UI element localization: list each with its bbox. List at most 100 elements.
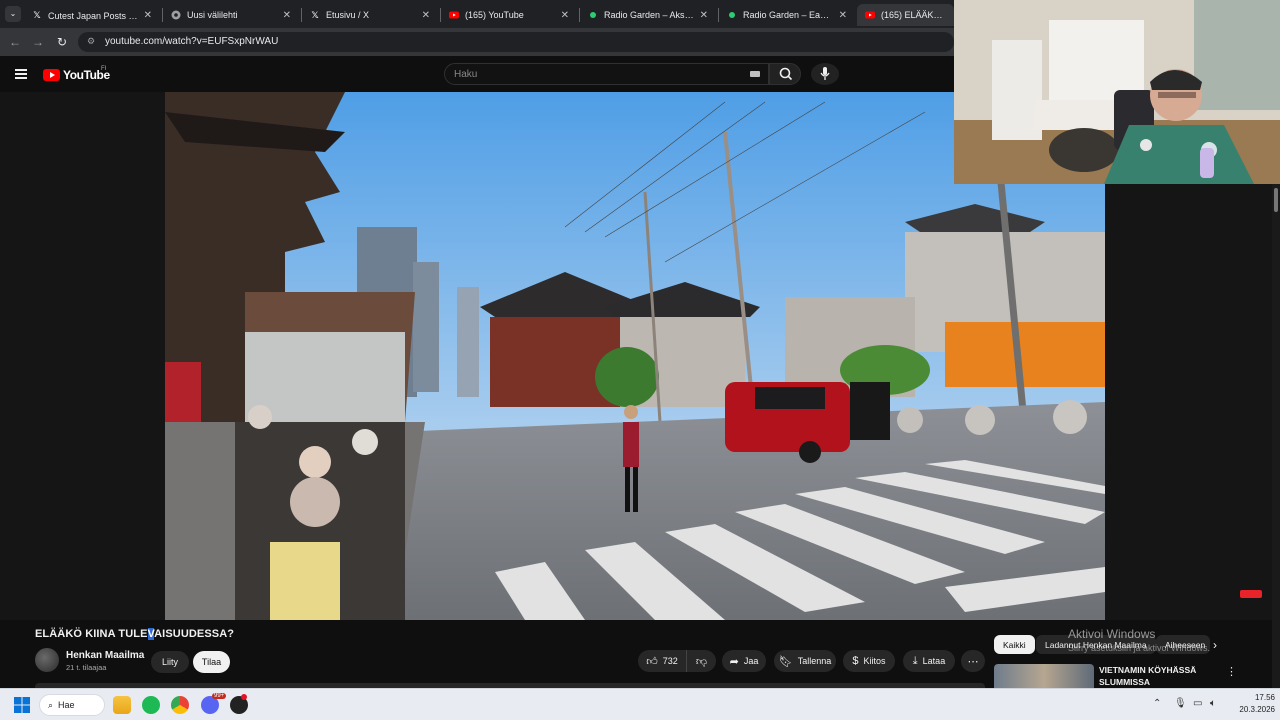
microphone-icon[interactable]: 🎙︎ [1174,698,1187,709]
youtube-logo[interactable]: YouTube [43,68,110,82]
thanks-button[interactable]: $ Kiitos [843,650,895,672]
display-icon[interactable]: ▭ [1193,698,1202,709]
windows-activation-title: Aktivoi Windows [1068,627,1156,641]
windows-activation-hint: Siirry asetuksiin ja aktivoi Windows. [1068,643,1211,653]
video-title: ELÄÄKÖ KIINA TULEVAISUUDESSA? [35,628,234,640]
taskbar-search-label: Hae [58,700,75,710]
chevron-right-icon[interactable]: › [1213,638,1217,652]
more-vertical-icon[interactable]: ⋮ [1226,665,1237,678]
download-label: Lataa [922,656,946,666]
forward-arrow-icon[interactable]: → [30,34,46,50]
address-bar[interactable]: ⚙ youtube.com/watch?v=EUFSxpNrWAU [78,32,954,52]
browser-tab[interactable]: (165) YouTube ✕ [441,4,577,26]
radio-garden-icon [727,10,737,20]
search-box[interactable] [444,63,769,85]
channel-name[interactable]: Henkan Maailma [66,650,144,661]
youtube-play-icon [43,69,60,81]
browser-tab[interactable]: Radio Garden – Aksaray ✕ [580,4,716,26]
notification-badge: 99+ [212,693,227,699]
browser-tab[interactable]: Radio Garden – Easter Isla ✕ [719,4,855,26]
tab-label: Cutest Japan Posts 🌸*。 [48,10,138,21]
close-tab-icon[interactable]: ✕ [700,10,708,21]
video-title-part: ELÄÄKÖ KIINA TULE [35,628,148,640]
search-button[interactable] [769,63,801,85]
recommended-video-thumbnail[interactable] [994,664,1094,688]
hamburger-menu-icon[interactable] [15,69,27,79]
x-logo-icon: 𝕏 [33,10,41,20]
tab-label: Radio Garden – Easter Isla [743,10,833,20]
tab-label: Uusi välilehti [187,10,238,20]
page-scrollbar[interactable] [1272,184,1280,688]
windows-start-icon[interactable] [14,697,30,713]
close-tab-icon[interactable]: ✕ [422,10,430,21]
join-button[interactable]: Liity [151,651,189,673]
site-settings-icon[interactable]: ⚙ [87,36,99,48]
volume-icon[interactable]: 🔈︎ [1210,698,1216,709]
like-button[interactable]: 👍︎ 732 [638,650,686,672]
file-explorer-icon[interactable] [113,696,131,714]
back-arrow-icon[interactable]: ← [7,34,23,50]
chrome-icon[interactable] [171,696,189,714]
bookmark-icon: 🔖︎ [778,655,793,668]
share-arrow-icon: ➦ [729,655,739,668]
thanks-icon: $ [852,655,859,667]
windows-taskbar: ⌕ Hae 99+ ⌃ 🎙︎ ▭ 🔈︎ [0,688,1280,720]
close-tab-icon[interactable]: ✕ [144,10,152,21]
browser-tab[interactable]: 𝕏 Cutest Japan Posts 🌸*。 ✕ [24,4,160,26]
browser-tab[interactable]: Uusi välilehti ✕ [163,4,299,26]
close-tab-icon[interactable]: ✕ [561,10,569,21]
app-running-indicator [241,694,247,700]
more-actions-button[interactable]: ⋯ [961,650,985,672]
subscribe-label: Tilaa [201,657,222,667]
thumbs-down-icon: 👎︎ [695,655,708,668]
youtube-icon [449,10,459,20]
video-title-part: AISUUDESSA? [154,628,235,640]
streamer-webcam-feed [954,0,1280,184]
download-button[interactable]: ⤓ Lataa [903,650,955,672]
region-code: FI [101,66,107,72]
subscribe-button[interactable]: Tilaa [193,651,230,673]
share-label: Jaa [743,656,759,666]
close-tab-icon[interactable]: ✕ [839,10,847,21]
chrome-icon [171,10,181,20]
scrollbar-thumb[interactable] [1274,188,1278,212]
spotify-icon[interactable] [142,696,160,714]
chip-all[interactable]: Kaikki [994,635,1035,654]
tab-label: (165) ELÄÄKÖ KIINA [881,10,946,20]
clock-time[interactable]: 17.56 [1235,693,1275,702]
browser-tab-active[interactable]: (165) ELÄÄKÖ KIINA [857,4,954,26]
close-tab-icon[interactable]: ✕ [283,10,291,21]
channel-watermark-icon[interactable] [1240,590,1262,598]
youtube-icon [865,10,875,20]
dislike-button[interactable]: 👎︎ [686,650,716,672]
x-logo-icon: 𝕏 [311,10,319,20]
tab-label: Etusivu / X [326,10,370,20]
voice-search-button[interactable] [811,63,839,85]
chip-label: Kaikki [1003,639,1026,650]
recommended-video-title[interactable]: VIETNAMIN KÖYHÄSSÄ SLUMMISSA [1099,665,1219,688]
thanks-label: Kiitos [863,656,886,666]
webcam-overlay [954,0,1280,184]
tab-search-icon[interactable]: ⌄ [5,6,21,22]
browser-tab[interactable]: 𝕏 Etusivu / X ✕ [302,4,438,26]
search-input[interactable] [454,67,724,81]
join-label: Liity [161,657,178,667]
chevron-up-icon[interactable]: ⌃ [1153,698,1161,709]
search-icon [779,67,793,81]
clock-date[interactable]: 20.3.2026 [1225,705,1275,714]
taskbar-search[interactable]: ⌕ Hae [39,694,105,716]
microphone-icon [820,67,830,80]
url-text: youtube.com/watch?v=EUFSxpNrWAU [105,36,279,47]
keyboard-icon[interactable] [750,71,760,77]
radio-garden-icon [588,10,598,20]
download-icon: ⤓ [912,654,918,667]
save-label: Tallenna [797,656,832,666]
share-button[interactable]: ➦ Jaa [722,650,766,672]
tab-label: (165) YouTube [465,10,524,20]
search-icon: ⌕ [48,699,54,710]
thumbs-up-icon: 👍︎ [646,655,658,668]
browser-toolbar: ← → ↻ ⚙ youtube.com/watch?v=EUFSxpNrWAU [0,28,960,56]
reload-icon[interactable]: ↻ [54,34,70,50]
save-button[interactable]: 🔖︎ Tallenna [774,650,836,672]
channel-avatar[interactable] [35,648,59,672]
